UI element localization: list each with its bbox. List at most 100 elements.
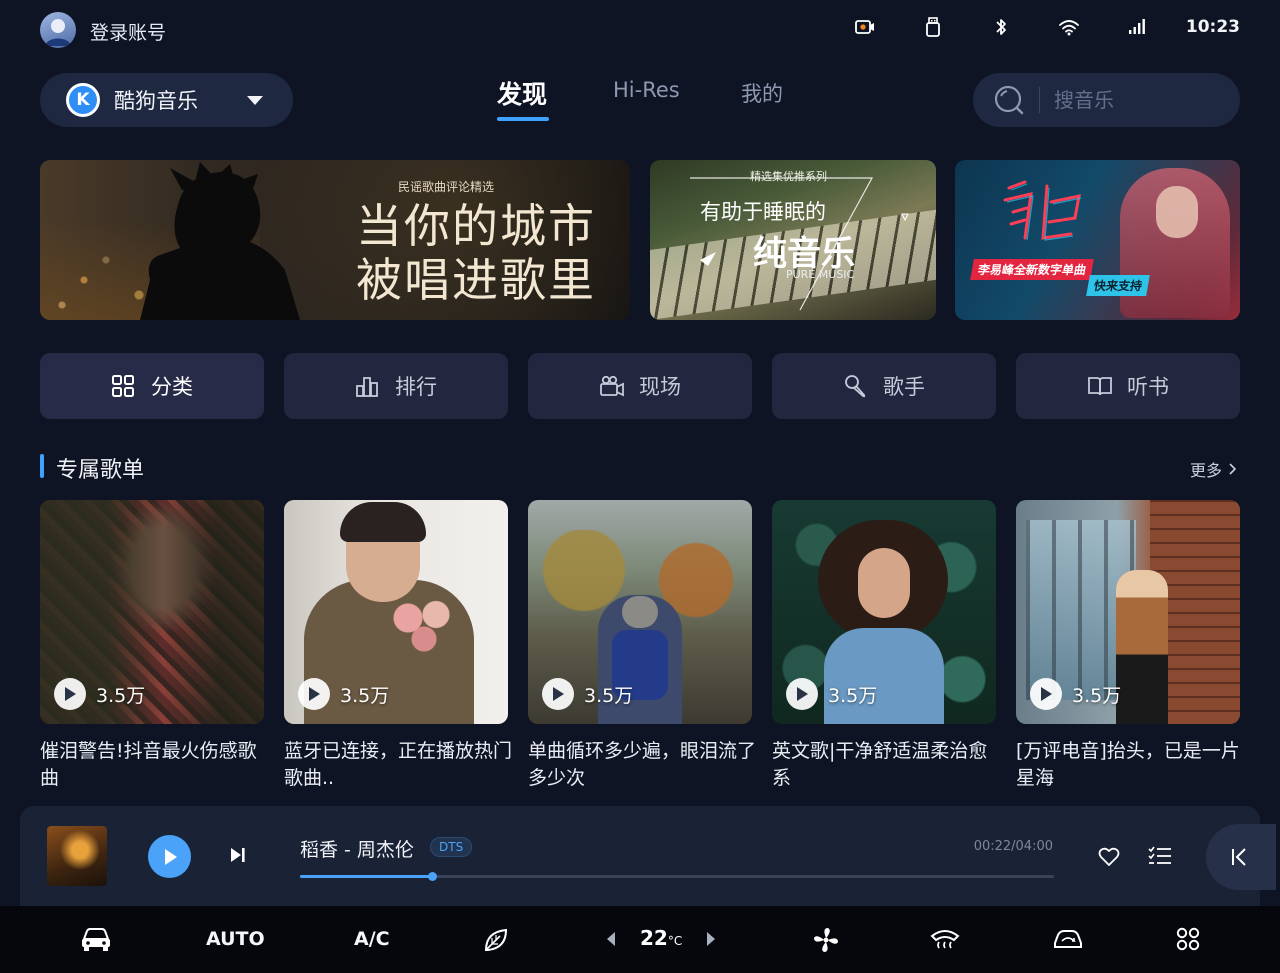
playlist-card[interactable]: 3.5万 催泪警告!抖音最火伤感歌曲 xyxy=(40,500,264,792)
eco-button[interactable] xyxy=(482,926,510,954)
play-icon[interactable] xyxy=(1030,678,1062,710)
ac-button[interactable]: A/C xyxy=(354,928,390,950)
more-label: 更多 xyxy=(1189,461,1222,480)
avatar-icon xyxy=(45,19,71,46)
skip-next-icon xyxy=(231,848,245,862)
play-count: 3.5万 xyxy=(96,684,146,707)
grid-icon xyxy=(111,374,135,398)
category-ranking-button[interactable]: 排行 xyxy=(284,353,508,419)
category-audiobook-button[interactable]: 听书 xyxy=(1016,353,1240,419)
play-count-badge: 3.5万 xyxy=(298,678,389,710)
playlist-cover: 3.5万 xyxy=(772,500,996,724)
search-box[interactable] xyxy=(973,73,1240,127)
playlist-card[interactable]: 3.5万 蓝牙已连接，正在播放热门歌曲.. xyxy=(284,500,512,792)
next-track-button[interactable] xyxy=(229,846,247,864)
section-accent-bar xyxy=(40,454,44,478)
recirculation-icon xyxy=(1054,930,1082,948)
search-divider xyxy=(1039,87,1040,113)
search-icon xyxy=(993,84,1025,116)
category-live-button[interactable]: 现场 xyxy=(528,353,752,419)
temp-up-button[interactable] xyxy=(706,931,716,947)
rear-defrost-button[interactable] xyxy=(930,926,960,952)
playlist-card[interactable]: 3.5万 英文歌|干净舒适温柔治愈系 xyxy=(772,500,996,792)
play-count-badge: 3.5万 xyxy=(54,678,145,710)
play-count-badge: 3.5万 xyxy=(1030,678,1121,710)
air-recirculation-button[interactable] xyxy=(1052,926,1084,952)
cover-flowers xyxy=(384,590,464,660)
playlist-queue-button[interactable] xyxy=(1148,846,1172,866)
vehicle-control-bar: AUTO A/C 22°C xyxy=(0,906,1280,973)
playlist-cover: 3.5万 xyxy=(528,500,752,724)
search-input[interactable] xyxy=(1054,88,1204,112)
cover-figure xyxy=(340,502,426,542)
queue-list-icon xyxy=(1148,846,1171,864)
album-art[interactable] xyxy=(47,826,107,886)
car-button[interactable] xyxy=(80,926,112,952)
record-icon xyxy=(854,16,876,38)
playlist-cover: 3.5万 xyxy=(40,500,264,724)
category-label: 现场 xyxy=(639,375,681,399)
caret-right-icon xyxy=(707,932,715,946)
login-link[interactable]: 登录账号 xyxy=(90,18,166,45)
category-singer-button[interactable]: 歌手 xyxy=(772,353,996,419)
book-icon xyxy=(1087,374,1112,398)
playlist-title: 单曲循环多少遍，眼泪流了多少次 xyxy=(528,740,757,789)
tab-hires[interactable]: Hi-Res xyxy=(613,78,680,102)
progress-knob[interactable] xyxy=(427,872,437,881)
usb-icon xyxy=(922,16,944,38)
playlist-card[interactable]: 3.5万 单曲循环多少遍，眼泪流了多少次 xyxy=(528,500,756,792)
playlist-card[interactable]: 3.5万 [万评电音]抬头，已是一片星海 xyxy=(1016,500,1240,792)
caret-left-icon xyxy=(607,932,615,946)
auto-button[interactable]: AUTO xyxy=(206,928,265,950)
status-bar: 登录账号 10:23 xyxy=(0,0,1280,60)
user-avatar[interactable] xyxy=(40,12,76,48)
defrost-icon xyxy=(930,930,960,949)
banner-series: 精选集优推系列 xyxy=(750,170,827,183)
fan-button[interactable] xyxy=(812,926,840,954)
heart-icon xyxy=(1098,847,1120,866)
play-count: 3.5万 xyxy=(1072,684,1122,707)
chart-icon xyxy=(355,374,379,398)
playlist-title: 蓝牙已连接，正在播放热门歌曲.. xyxy=(284,740,513,789)
like-button[interactable] xyxy=(1098,847,1120,867)
play-count: 3.5万 xyxy=(828,684,878,707)
song-title: 稻香 - 周杰伦 xyxy=(300,839,414,861)
play-icon[interactable] xyxy=(542,678,574,710)
tab-mine[interactable]: 我的 xyxy=(741,78,783,108)
cover-figure xyxy=(1116,570,1168,724)
silhouette-image xyxy=(140,162,300,320)
mini-player: 稻香 - 周杰伦 DTS 00:22/04:00 xyxy=(20,806,1276,906)
cover-figure xyxy=(622,596,658,628)
active-tab-indicator xyxy=(497,117,549,121)
temp-down-button[interactable] xyxy=(606,931,616,947)
play-icon[interactable] xyxy=(298,678,330,710)
category-label: 听书 xyxy=(1127,375,1169,399)
play-button[interactable] xyxy=(148,835,191,878)
playlist-cover: 3.5万 xyxy=(284,500,508,724)
apps-grid-icon xyxy=(1176,927,1200,951)
cover-figure xyxy=(858,548,910,618)
apps-button[interactable] xyxy=(1176,926,1200,952)
logo-glyph xyxy=(1003,180,1082,241)
banner-new-single[interactable]: 李易峰全新数字单曲 快来支持 xyxy=(955,160,1240,320)
banner-folk-city[interactable]: 民谣歌曲评论精选 当你的城市 被唱进歌里 xyxy=(40,160,630,320)
audio-format-badge: DTS xyxy=(430,837,473,857)
playlist-title: 催泪警告!抖音最火伤感歌曲 xyxy=(40,740,257,789)
microphone-icon xyxy=(843,374,867,398)
banner-english: PURE MUSIC xyxy=(786,268,855,281)
banner-sleep-music[interactable]: 精选集优推系列 有助于睡眠的 纯音乐 PURE MUSIC xyxy=(650,160,936,320)
more-link[interactable]: 更多 xyxy=(1190,457,1236,481)
tab-discover[interactable]: 发现 xyxy=(497,75,547,111)
progress-bar[interactable] xyxy=(300,872,1054,881)
banner-headline-1: 有助于睡眠的 xyxy=(700,200,826,224)
wifi-icon xyxy=(1058,16,1080,38)
playlist-title: 英文歌|干净舒适温柔治愈系 xyxy=(772,740,988,789)
section-title: 专属歌单 xyxy=(56,458,145,483)
banner-tag-primary: 李易峰全新数字单曲 xyxy=(970,259,1094,280)
play-icon[interactable] xyxy=(54,678,86,710)
progress-fill xyxy=(300,875,432,878)
play-icon[interactable] xyxy=(786,678,818,710)
play-count: 3.5万 xyxy=(340,684,390,707)
collapse-player-button[interactable] xyxy=(1206,824,1276,890)
category-classify-button[interactable]: 分类 xyxy=(40,353,264,419)
